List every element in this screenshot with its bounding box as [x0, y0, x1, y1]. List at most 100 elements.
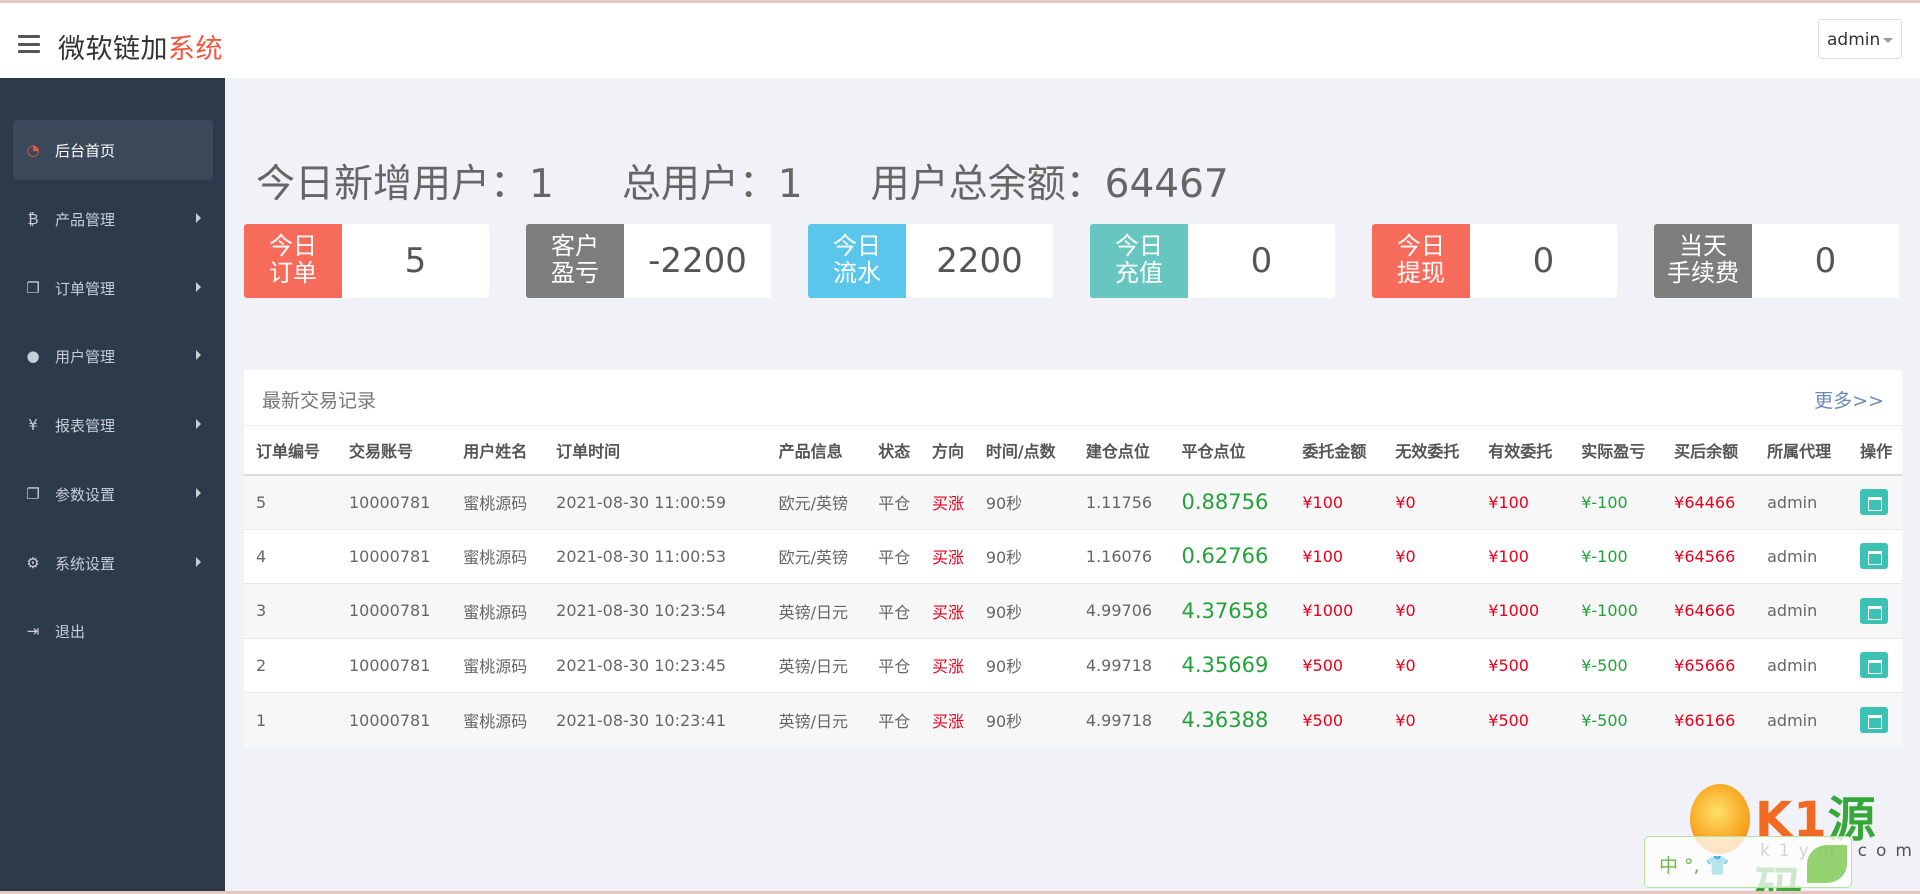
stat-label-line: 流水 — [833, 259, 881, 287]
table-cell: 蜜桃源码 — [451, 474, 545, 529]
ime-text: 中 °, 👕 — [1659, 855, 1730, 877]
sidebar: ◔ 后台首页 ₿ 产品管理 ❐ 订单管理 ● 用户管理 ¥ 报表管理 ❐ 参数设置 ⚙ 系统设置 ⇥ 退出 — [0, 78, 225, 894]
column-header: 交易账号 — [336, 425, 452, 476]
view-detail-button[interactable] — [1860, 707, 1889, 733]
table-cell: 欧元/英镑 — [766, 474, 867, 529]
table-cell: ¥66166 — [1662, 692, 1756, 747]
panel-title: 最新交易记录 — [262, 390, 377, 412]
table-cell: ¥-100 — [1569, 474, 1663, 529]
stat-card: 今日 流水 2200 — [808, 224, 1053, 298]
stat-label-line: 提现 — [1397, 259, 1445, 287]
sidebar-item-4[interactable]: ● 用户管理 — [13, 326, 213, 386]
table-cell: 平仓 — [866, 528, 920, 584]
dashboard-icon: ◔ — [26, 141, 40, 159]
table-cell: admin — [1755, 528, 1849, 584]
menu-toggle-icon[interactable] — [18, 35, 40, 53]
user-dropdown[interactable]: admin — [1818, 19, 1902, 59]
table-cell: 10000781 — [336, 692, 452, 747]
table-cell: 90秒 — [973, 583, 1074, 638]
column-header: 有效委托 — [1476, 425, 1570, 476]
table-cell: 平仓 — [866, 692, 920, 747]
sidebar-item-6[interactable]: ❐ 参数设置 — [13, 464, 213, 524]
sidebar-item-7[interactable]: ⚙ 系统设置 — [13, 533, 213, 593]
summary-line: 今日新增用户：1 总用户：1 用户总余额：64467 — [256, 153, 1297, 209]
more-link[interactable]: 更多>> — [1814, 386, 1884, 413]
table-cell: ¥500 — [1476, 692, 1570, 747]
sidebar-item-label: 报表管理 — [55, 417, 116, 435]
table-cell: 蜜桃源码 — [451, 528, 545, 584]
sign-out-icon: ⇥ — [26, 622, 40, 640]
table-cell: ¥-500 — [1569, 692, 1663, 747]
table-cell: 4.36388 — [1169, 692, 1291, 747]
stat-value: 0 — [1814, 241, 1837, 281]
user-icon: ● — [26, 347, 40, 365]
action-cell — [1848, 528, 1902, 584]
sidebar-item-5[interactable]: ¥ 报表管理 — [13, 395, 213, 455]
stat-label-line: 手续费 — [1667, 259, 1739, 287]
stat-label-line: 今日 — [833, 232, 881, 260]
stat-label: 客户 盈亏 — [526, 224, 624, 298]
sidebar-item-label: 退出 — [55, 623, 86, 641]
sidebar-item-label: 用户管理 — [55, 348, 116, 366]
sidebar-item-2[interactable]: ₿ 产品管理 — [13, 189, 213, 249]
table-cell: 英镑/日元 — [766, 692, 867, 747]
table-cell: 1.11756 — [1073, 474, 1170, 529]
table-cell: ¥500 — [1290, 637, 1384, 693]
table-cell: 90秒 — [973, 637, 1074, 693]
ime-toolbar[interactable]: 中 °, 👕 — [1644, 836, 1852, 888]
table-cell: ¥100 — [1476, 474, 1570, 529]
sidebar-item-3[interactable]: ❐ 订单管理 — [13, 258, 213, 318]
view-detail-button[interactable] — [1860, 489, 1889, 515]
column-header: 方向 — [920, 425, 974, 476]
table-cell: 4.37658 — [1169, 583, 1291, 638]
table-cell: 平仓 — [866, 474, 920, 529]
table-cell: ¥1000 — [1290, 583, 1384, 638]
table-cell: 0.62766 — [1169, 528, 1291, 584]
table-cell: 90秒 — [973, 692, 1074, 747]
stat-label: 今日 流水 — [808, 224, 906, 298]
sidebar-item-label: 后台首页 — [55, 142, 116, 160]
trades-table: 订单编号 交易账号 用户姓名 订单时间 产品信息 状态 方向 时间/点数 建仓点位 平仓点位 委托金… — [244, 425, 1902, 747]
table-cell: 买涨 — [920, 528, 974, 584]
table-cell: ¥500 — [1476, 637, 1570, 693]
total-users: 总用户：1 — [621, 162, 803, 207]
chevron-right-icon — [196, 488, 201, 498]
stat-label-line: 盈亏 — [551, 259, 599, 287]
action-cell — [1848, 637, 1902, 693]
table-cell: 2021-08-30 11:00:53 — [544, 528, 767, 584]
table-row: 5 10000781 蜜桃源码 2021-08-30 11:00:59 欧元/英镑 平仓买… — [244, 474, 1902, 529]
caret-down-icon — [1883, 38, 1893, 43]
view-detail-button[interactable] — [1860, 543, 1889, 570]
sidebar-item-1[interactable]: ◔ 后台首页 — [13, 120, 213, 180]
stat-value: 0 — [1532, 241, 1555, 281]
table-cell: 蜜桃源码 — [451, 692, 545, 747]
sidebar-item-8[interactable]: ⇥ 退出 — [13, 601, 213, 661]
table-cell: ¥1000 — [1476, 583, 1570, 638]
table-cell: ¥0 — [1383, 583, 1477, 638]
view-detail-button[interactable] — [1860, 652, 1889, 679]
stat-card: 今日 订单 5 — [244, 224, 489, 298]
chevron-right-icon — [196, 213, 201, 223]
chevron-right-icon — [196, 419, 201, 429]
column-header: 委托金额 — [1290, 425, 1384, 476]
top-bar: 微软链加系统 admin — [0, 0, 1920, 78]
table-cell: 蜜桃源码 — [451, 583, 545, 638]
copy-icon: ❐ — [26, 279, 40, 297]
stat-label: 当天 手续费 — [1654, 224, 1752, 298]
table-cell: ¥-100 — [1569, 528, 1663, 584]
table-cell: 平仓 — [866, 637, 920, 693]
recent-trades-panel: 最新交易记录 更多>> 订单编号 交易账号 用户姓名 订单时间 产品信息 状态 方向 时间/点… — [244, 370, 1902, 747]
column-header: 平仓点位 — [1169, 425, 1291, 476]
table-cell: 4 — [244, 528, 337, 584]
action-cell — [1848, 474, 1902, 529]
sidebar-item-label: 参数设置 — [55, 486, 116, 504]
bitcoin-icon: ₿ — [27, 210, 39, 228]
table-cell: ¥65666 — [1662, 637, 1756, 693]
table-cell: ¥64666 — [1662, 583, 1756, 638]
stat-label-line: 充值 — [1115, 259, 1163, 287]
table-cell: admin — [1755, 692, 1849, 747]
view-detail-button[interactable] — [1860, 597, 1889, 624]
table-cell: 1.16076 — [1073, 528, 1170, 584]
table-cell: 2021-08-30 10:23:54 — [544, 583, 767, 638]
table-cell: ¥0 — [1383, 528, 1477, 584]
